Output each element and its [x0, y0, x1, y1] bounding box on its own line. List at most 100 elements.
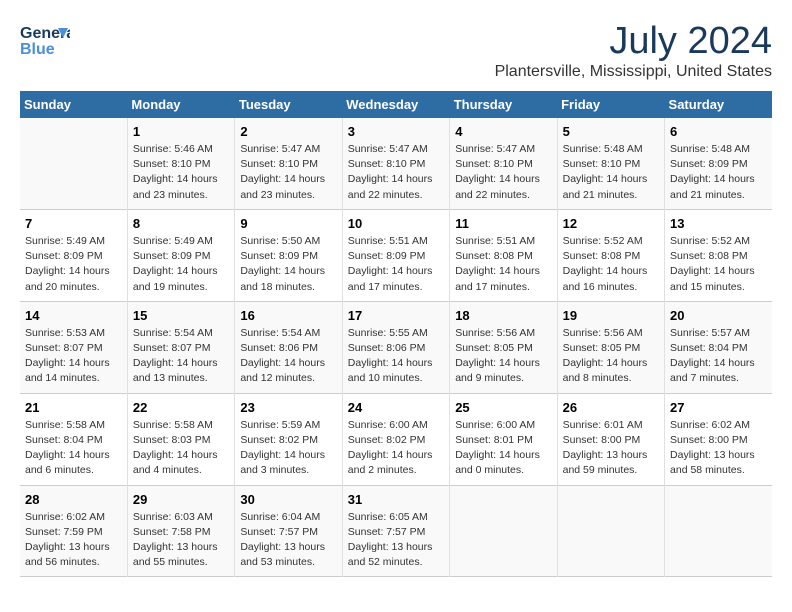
cell-content: Sunrise: 5:48 AM Sunset: 8:09 PM Dayligh… — [670, 143, 755, 201]
week-row-5: 28 Sunrise: 6:02 AM Sunset: 7:59 PM Dayli… — [20, 485, 772, 577]
cell-content: Sunrise: 6:01 AM Sunset: 8:00 PM Dayligh… — [563, 419, 648, 477]
cell-content: Sunrise: 5:49 AM Sunset: 8:09 PM Dayligh… — [25, 235, 110, 293]
calendar-cell: 3 Sunrise: 5:47 AM Sunset: 8:10 PM Daylig… — [342, 118, 449, 209]
calendar-cell: 6 Sunrise: 5:48 AM Sunset: 8:09 PM Daylig… — [665, 118, 772, 209]
calendar-cell: 20 Sunrise: 5:57 AM Sunset: 8:04 PM Dayli… — [665, 301, 772, 393]
calendar-cell: 11 Sunrise: 5:51 AM Sunset: 8:08 PM Dayli… — [450, 209, 557, 301]
calendar-cell: 15 Sunrise: 5:54 AM Sunset: 8:07 PM Dayli… — [127, 301, 234, 393]
day-number: 10 — [348, 216, 444, 231]
cell-content: Sunrise: 5:59 AM Sunset: 8:02 PM Dayligh… — [240, 419, 325, 477]
day-number: 23 — [240, 400, 336, 415]
day-number: 11 — [455, 216, 551, 231]
day-number: 15 — [133, 308, 229, 323]
calendar-cell: 17 Sunrise: 5:55 AM Sunset: 8:06 PM Dayli… — [342, 301, 449, 393]
week-row-1: 1Sunrise: 5:46 AM Sunset: 8:10 PM Daylig… — [20, 118, 772, 209]
days-header-row: SundayMondayTuesdayWednesdayThursdayFrid… — [20, 91, 772, 118]
day-number: 26 — [563, 400, 659, 415]
calendar-cell: 28 Sunrise: 6:02 AM Sunset: 7:59 PM Dayli… — [20, 485, 127, 577]
day-number: 12 — [563, 216, 659, 231]
week-row-2: 7Sunrise: 5:49 AM Sunset: 8:09 PM Daylig… — [20, 209, 772, 301]
calendar-cell: 12Sunrise: 5:52 AM Sunset: 8:08 PM Dayli… — [557, 209, 664, 301]
calendar-cell: 13 Sunrise: 5:52 AM Sunset: 8:08 PM Dayli… — [665, 209, 772, 301]
cell-content: Sunrise: 5:54 AM Sunset: 8:07 PM Dayligh… — [133, 327, 218, 385]
cell-content: Sunrise: 6:00 AM Sunset: 8:01 PM Dayligh… — [455, 419, 540, 477]
calendar-cell: 14Sunrise: 5:53 AM Sunset: 8:07 PM Dayli… — [20, 301, 127, 393]
calendar-cell: 31 Sunrise: 6:05 AM Sunset: 7:57 PM Dayli… — [342, 485, 449, 577]
week-row-4: 21Sunrise: 5:58 AM Sunset: 8:04 PM Dayli… — [20, 393, 772, 485]
cell-content: Sunrise: 5:56 AM Sunset: 8:05 PM Dayligh… — [563, 327, 648, 385]
day-number: 30 — [240, 492, 336, 507]
day-number: 5 — [563, 124, 659, 139]
calendar-cell — [665, 485, 772, 577]
cell-content: Sunrise: 5:55 AM Sunset: 8:06 PM Dayligh… — [348, 327, 433, 385]
day-header-wednesday: Wednesday — [342, 91, 449, 118]
cell-content: Sunrise: 6:04 AM Sunset: 7:57 PM Dayligh… — [240, 511, 325, 569]
day-header-saturday: Saturday — [665, 91, 772, 118]
day-number: 28 — [25, 492, 122, 507]
cell-content: Sunrise: 5:58 AM Sunset: 8:03 PM Dayligh… — [133, 419, 218, 477]
cell-content: Sunrise: 6:02 AM Sunset: 7:59 PM Dayligh… — [25, 511, 110, 569]
calendar-cell: 5 Sunrise: 5:48 AM Sunset: 8:10 PM Daylig… — [557, 118, 664, 209]
cell-content: Sunrise: 5:46 AM Sunset: 8:10 PM Dayligh… — [133, 143, 218, 201]
calendar-cell: 22 Sunrise: 5:58 AM Sunset: 8:03 PM Dayli… — [127, 393, 234, 485]
calendar-cell: 30 Sunrise: 6:04 AM Sunset: 7:57 PM Dayli… — [235, 485, 342, 577]
day-header-tuesday: Tuesday — [235, 91, 342, 118]
calendar-cell: 26 Sunrise: 6:01 AM Sunset: 8:00 PM Dayli… — [557, 393, 664, 485]
calendar-table: SundayMondayTuesdayWednesdayThursdayFrid… — [20, 91, 772, 577]
calendar-cell: 1Sunrise: 5:46 AM Sunset: 8:10 PM Daylig… — [127, 118, 234, 209]
day-number: 29 — [133, 492, 229, 507]
day-header-sunday: Sunday — [20, 91, 127, 118]
calendar-cell: 27 Sunrise: 6:02 AM Sunset: 8:00 PM Dayli… — [665, 393, 772, 485]
cell-content: Sunrise: 6:05 AM Sunset: 7:57 PM Dayligh… — [348, 511, 433, 569]
cell-content: Sunrise: 5:57 AM Sunset: 8:04 PM Dayligh… — [670, 327, 755, 385]
day-number: 20 — [670, 308, 767, 323]
day-number: 18 — [455, 308, 551, 323]
day-number: 17 — [348, 308, 444, 323]
svg-text:Blue: Blue — [20, 41, 55, 58]
day-number: 24 — [348, 400, 444, 415]
calendar-cell: 21Sunrise: 5:58 AM Sunset: 8:04 PM Dayli… — [20, 393, 127, 485]
day-number: 9 — [240, 216, 336, 231]
day-number: 2 — [240, 124, 336, 139]
calendar-cell — [557, 485, 664, 577]
day-number: 19 — [563, 308, 659, 323]
calendar-cell: 9 Sunrise: 5:50 AM Sunset: 8:09 PM Daylig… — [235, 209, 342, 301]
cell-content: Sunrise: 6:02 AM Sunset: 8:00 PM Dayligh… — [670, 419, 755, 477]
cell-content: Sunrise: 5:47 AM Sunset: 8:10 PM Dayligh… — [348, 143, 433, 201]
calendar-cell: 16Sunrise: 5:54 AM Sunset: 8:06 PM Dayli… — [235, 301, 342, 393]
title-block: July 2024 Plantersville, Mississippi, Un… — [495, 20, 772, 81]
day-number: 6 — [670, 124, 767, 139]
cell-content: Sunrise: 5:47 AM Sunset: 8:10 PM Dayligh… — [240, 143, 325, 201]
day-number: 4 — [455, 124, 551, 139]
day-header-thursday: Thursday — [450, 91, 557, 118]
cell-content: Sunrise: 5:49 AM Sunset: 8:09 PM Dayligh… — [133, 235, 218, 293]
day-number: 14 — [25, 308, 122, 323]
day-header-monday: Monday — [127, 91, 234, 118]
page-header: General Blue July 2024 Plantersville, Mi… — [20, 20, 772, 81]
day-header-friday: Friday — [557, 91, 664, 118]
cell-content: Sunrise: 6:00 AM Sunset: 8:02 PM Dayligh… — [348, 419, 433, 477]
calendar-cell: 23 Sunrise: 5:59 AM Sunset: 8:02 PM Dayli… — [235, 393, 342, 485]
calendar-cell: 8 Sunrise: 5:49 AM Sunset: 8:09 PM Daylig… — [127, 209, 234, 301]
day-number: 8 — [133, 216, 229, 231]
cell-content: Sunrise: 5:51 AM Sunset: 8:08 PM Dayligh… — [455, 235, 540, 293]
day-number: 22 — [133, 400, 229, 415]
day-number: 3 — [348, 124, 444, 139]
main-title: July 2024 — [495, 20, 772, 63]
logo-icon: General Blue — [20, 20, 70, 65]
cell-content: Sunrise: 5:47 AM Sunset: 8:10 PM Dayligh… — [455, 143, 540, 201]
cell-content: Sunrise: 5:56 AM Sunset: 8:05 PM Dayligh… — [455, 327, 540, 385]
day-number: 27 — [670, 400, 767, 415]
calendar-cell: 7Sunrise: 5:49 AM Sunset: 8:09 PM Daylig… — [20, 209, 127, 301]
cell-content: Sunrise: 5:48 AM Sunset: 8:10 PM Dayligh… — [563, 143, 648, 201]
day-number: 13 — [670, 216, 767, 231]
day-number: 31 — [348, 492, 444, 507]
cell-content: Sunrise: 5:58 AM Sunset: 8:04 PM Dayligh… — [25, 419, 110, 477]
calendar-cell: 29Sunrise: 6:03 AM Sunset: 7:58 PM Dayli… — [127, 485, 234, 577]
cell-content: Sunrise: 5:50 AM Sunset: 8:09 PM Dayligh… — [240, 235, 325, 293]
cell-content: Sunrise: 5:52 AM Sunset: 8:08 PM Dayligh… — [670, 235, 755, 293]
day-number: 16 — [240, 308, 336, 323]
subtitle: Plantersville, Mississippi, United State… — [495, 63, 772, 81]
logo: General Blue — [20, 20, 70, 70]
calendar-cell — [20, 118, 127, 209]
